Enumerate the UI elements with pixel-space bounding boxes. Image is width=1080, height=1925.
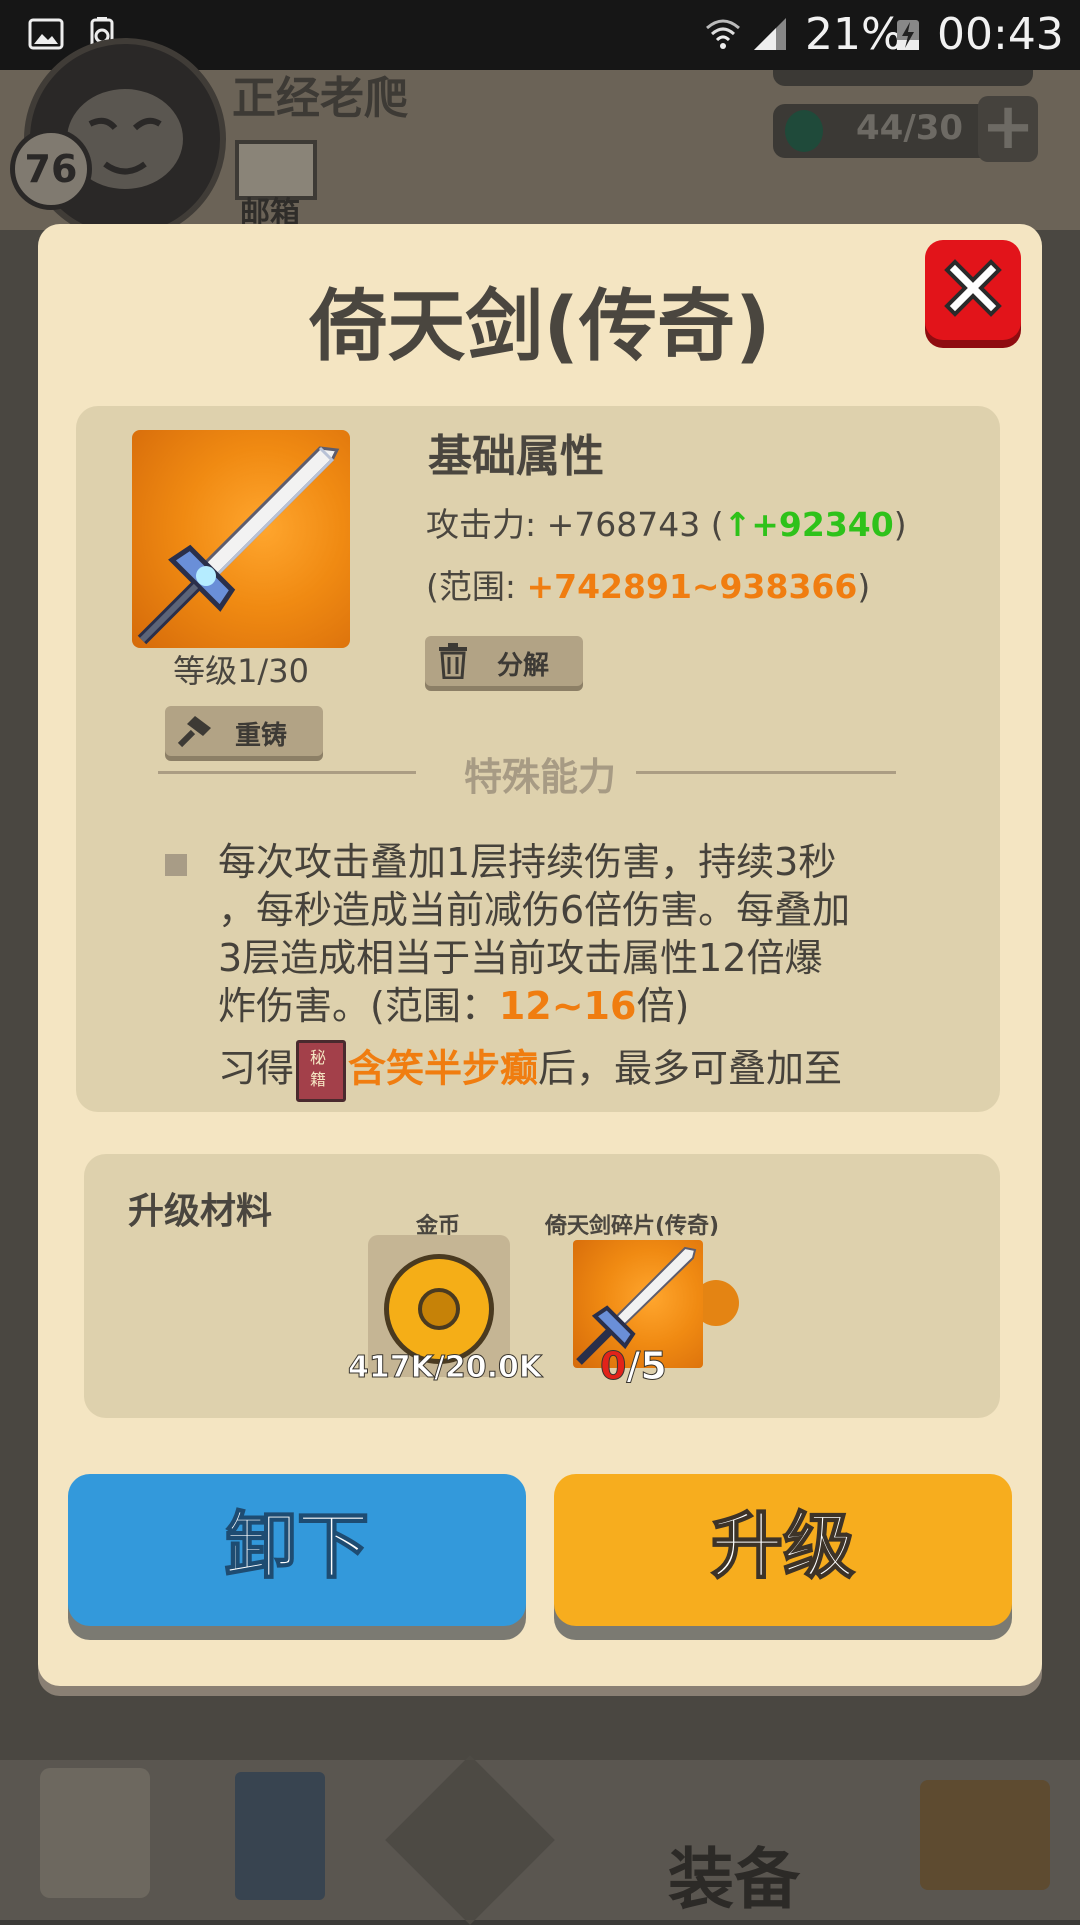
gallery-icon xyxy=(28,18,64,50)
ability-line-2: ，每秒造成当前减伤6倍伤害。每叠加 xyxy=(218,888,851,932)
battery-charging-icon xyxy=(897,20,919,50)
wifi-icon xyxy=(706,19,740,49)
range-close: ) xyxy=(857,567,871,606)
skill-name: 含笑半步癫 xyxy=(348,1046,539,1091)
nav-training-icon[interactable] xyxy=(235,1772,325,1900)
gold-coin-hole xyxy=(418,1288,460,1330)
shard-count: 0/5 xyxy=(599,1344,667,1389)
ability-line-5: 习得 秘籍 含笑半步癫后，最多可叠加至 xyxy=(218,1040,842,1102)
gold-count: 417K/20.0K xyxy=(347,1350,543,1386)
attack-stat: 攻击力: +768743 (↑+92340) xyxy=(426,498,907,546)
ability-line-4: 炸伤害。(范围：12~16倍) xyxy=(218,982,689,1030)
ability-line-4-text: 炸伤害。(范围： xyxy=(218,984,499,1028)
upgrade-button[interactable]: 升级 xyxy=(554,1474,1012,1626)
attack-label: 攻击力: +768743 ( xyxy=(426,505,724,544)
ability-range-value: 12~16 xyxy=(498,984,637,1028)
secret-book-icon: 秘籍 xyxy=(296,1040,347,1102)
bullet-icon xyxy=(165,854,187,876)
special-ability-heading: 特殊能力 xyxy=(463,755,616,799)
trash-icon xyxy=(439,643,467,679)
stat-up-arrow-icon: ↑ xyxy=(723,505,752,544)
nav-task-icon[interactable] xyxy=(40,1768,150,1898)
nav-equipment-label[interactable]: 装备 xyxy=(668,1826,800,1922)
nav-battle-icon[interactable] xyxy=(385,1755,555,1925)
nav-collect-icon[interactable] xyxy=(920,1780,1050,1890)
close-button[interactable] xyxy=(925,240,1021,340)
decompose-button[interactable]: 分解 xyxy=(425,636,583,686)
learn-prefix: 习得 xyxy=(218,1046,295,1091)
add-gem-button[interactable]: + xyxy=(978,95,1038,162)
dialog-title: 倚天剑(传奇) xyxy=(309,282,771,372)
legendary-sword-icon[interactable] xyxy=(132,430,350,648)
secret-book-label: 秘籍 xyxy=(310,1048,327,1089)
clock: 00:43 xyxy=(937,9,1064,60)
attack-gain: +92340 xyxy=(751,505,894,544)
signal-icon xyxy=(754,18,786,50)
ability-line-1: 每次攻击叠加1层持续伤害，持续3秒 xyxy=(218,840,837,884)
hammer-icon xyxy=(177,716,211,748)
base-stats-heading: 基础属性 xyxy=(428,431,604,482)
decompose-label: 分解 xyxy=(497,651,550,681)
ability-line-3: 3层造成相当于当前攻击属性12倍爆 xyxy=(218,936,823,980)
shard-label: 倚天剑碎片(传奇) xyxy=(545,1214,720,1239)
close-icon xyxy=(944,259,1002,317)
materials-heading: 升级材料 xyxy=(128,1191,273,1232)
gem-icon xyxy=(785,110,823,152)
item-level: 等级1/30 xyxy=(173,652,309,690)
resource-pill-top xyxy=(773,70,1033,86)
sword-icon xyxy=(137,446,340,645)
learn-suffix: 后，最多可叠加至 xyxy=(538,1046,843,1091)
shard-need: /5 xyxy=(626,1344,667,1389)
range-stat: (范围: +742891~938366) xyxy=(426,560,870,608)
unequip-button[interactable]: 卸下 xyxy=(68,1474,526,1626)
bottom-nav xyxy=(0,1755,1080,1925)
player-level-badge: 76 xyxy=(10,128,92,210)
attack-close: ) xyxy=(893,505,907,544)
gem-count: 44/30 xyxy=(856,108,964,148)
shard-have: 0 xyxy=(599,1344,627,1389)
player-name: 正经老爬 xyxy=(232,73,408,124)
ability-range-suffix: 倍) xyxy=(636,984,690,1028)
battery-percent: 21% xyxy=(805,9,903,60)
range-label: (范围: xyxy=(426,567,527,606)
range-value: +742891~938366 xyxy=(526,567,858,606)
